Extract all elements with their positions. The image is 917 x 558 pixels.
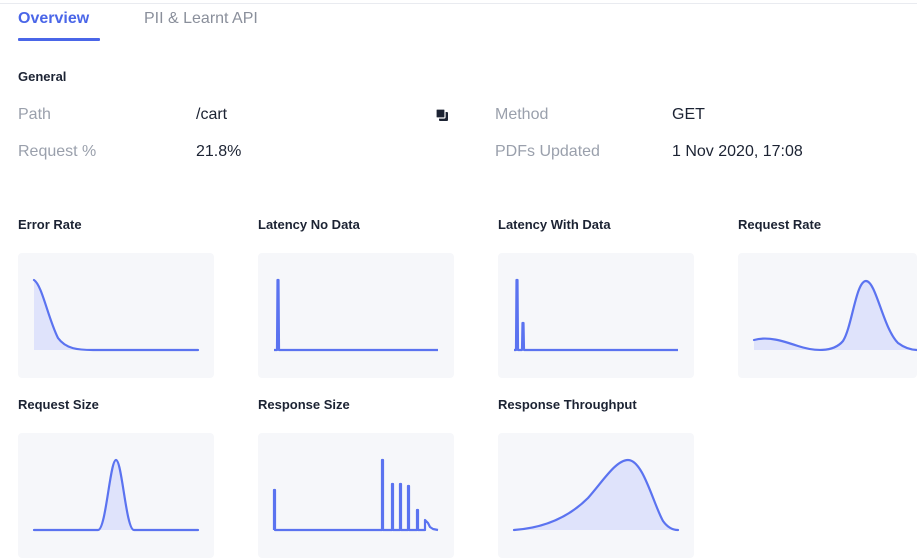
chart-request-size[interactable] — [18, 433, 214, 558]
sparkline-error-rate — [32, 278, 200, 352]
section-title-general: General — [18, 69, 67, 84]
tab-pii-learnt-api[interactable]: PII & Learnt API — [144, 10, 258, 28]
sparkline-request-rate — [752, 279, 917, 352]
chart-title-latency-no-data: Latency No Data — [258, 217, 360, 232]
chart-title-request-rate: Request Rate — [738, 217, 822, 232]
pdfs-updated-label: PDFs Updated — [495, 143, 600, 160]
request-percent-label: Request % — [18, 143, 97, 160]
chart-title-request-size: Request Size — [18, 397, 99, 412]
request-percent-value: 21.8% — [196, 143, 242, 160]
chart-title-response-throughput: Response Throughput — [498, 397, 637, 412]
chart-latency-no-data[interactable] — [258, 253, 454, 378]
top-divider — [0, 3, 917, 4]
method-value: GET — [672, 106, 705, 123]
chart-latency-with-data[interactable] — [498, 253, 694, 378]
method-label: Method — [495, 106, 549, 123]
chart-response-throughput[interactable] — [498, 433, 694, 558]
sparkline-latency-no-data — [274, 278, 438, 352]
chart-request-rate[interactable] — [738, 253, 917, 378]
chart-title-latency-with-data: Latency With Data — [498, 217, 611, 232]
sparkline-response-throughput — [512, 458, 680, 532]
tab-overview[interactable]: Overview — [18, 10, 101, 41]
pdfs-updated-value: 1 Nov 2020, 17:08 — [672, 143, 803, 160]
chart-response-size[interactable] — [258, 433, 454, 558]
chart-title-response-size: Response Size — [258, 397, 350, 412]
sparkline-request-size — [32, 458, 200, 532]
sparkline-response-size — [272, 458, 439, 532]
path-label: Path — [18, 106, 51, 123]
path-value: /cart — [196, 106, 228, 123]
chart-title-error-rate: Error Rate — [18, 217, 82, 232]
chart-error-rate[interactable] — [18, 253, 214, 378]
sparkline-latency-with-data — [514, 278, 678, 352]
copy-icon[interactable] — [434, 107, 450, 123]
